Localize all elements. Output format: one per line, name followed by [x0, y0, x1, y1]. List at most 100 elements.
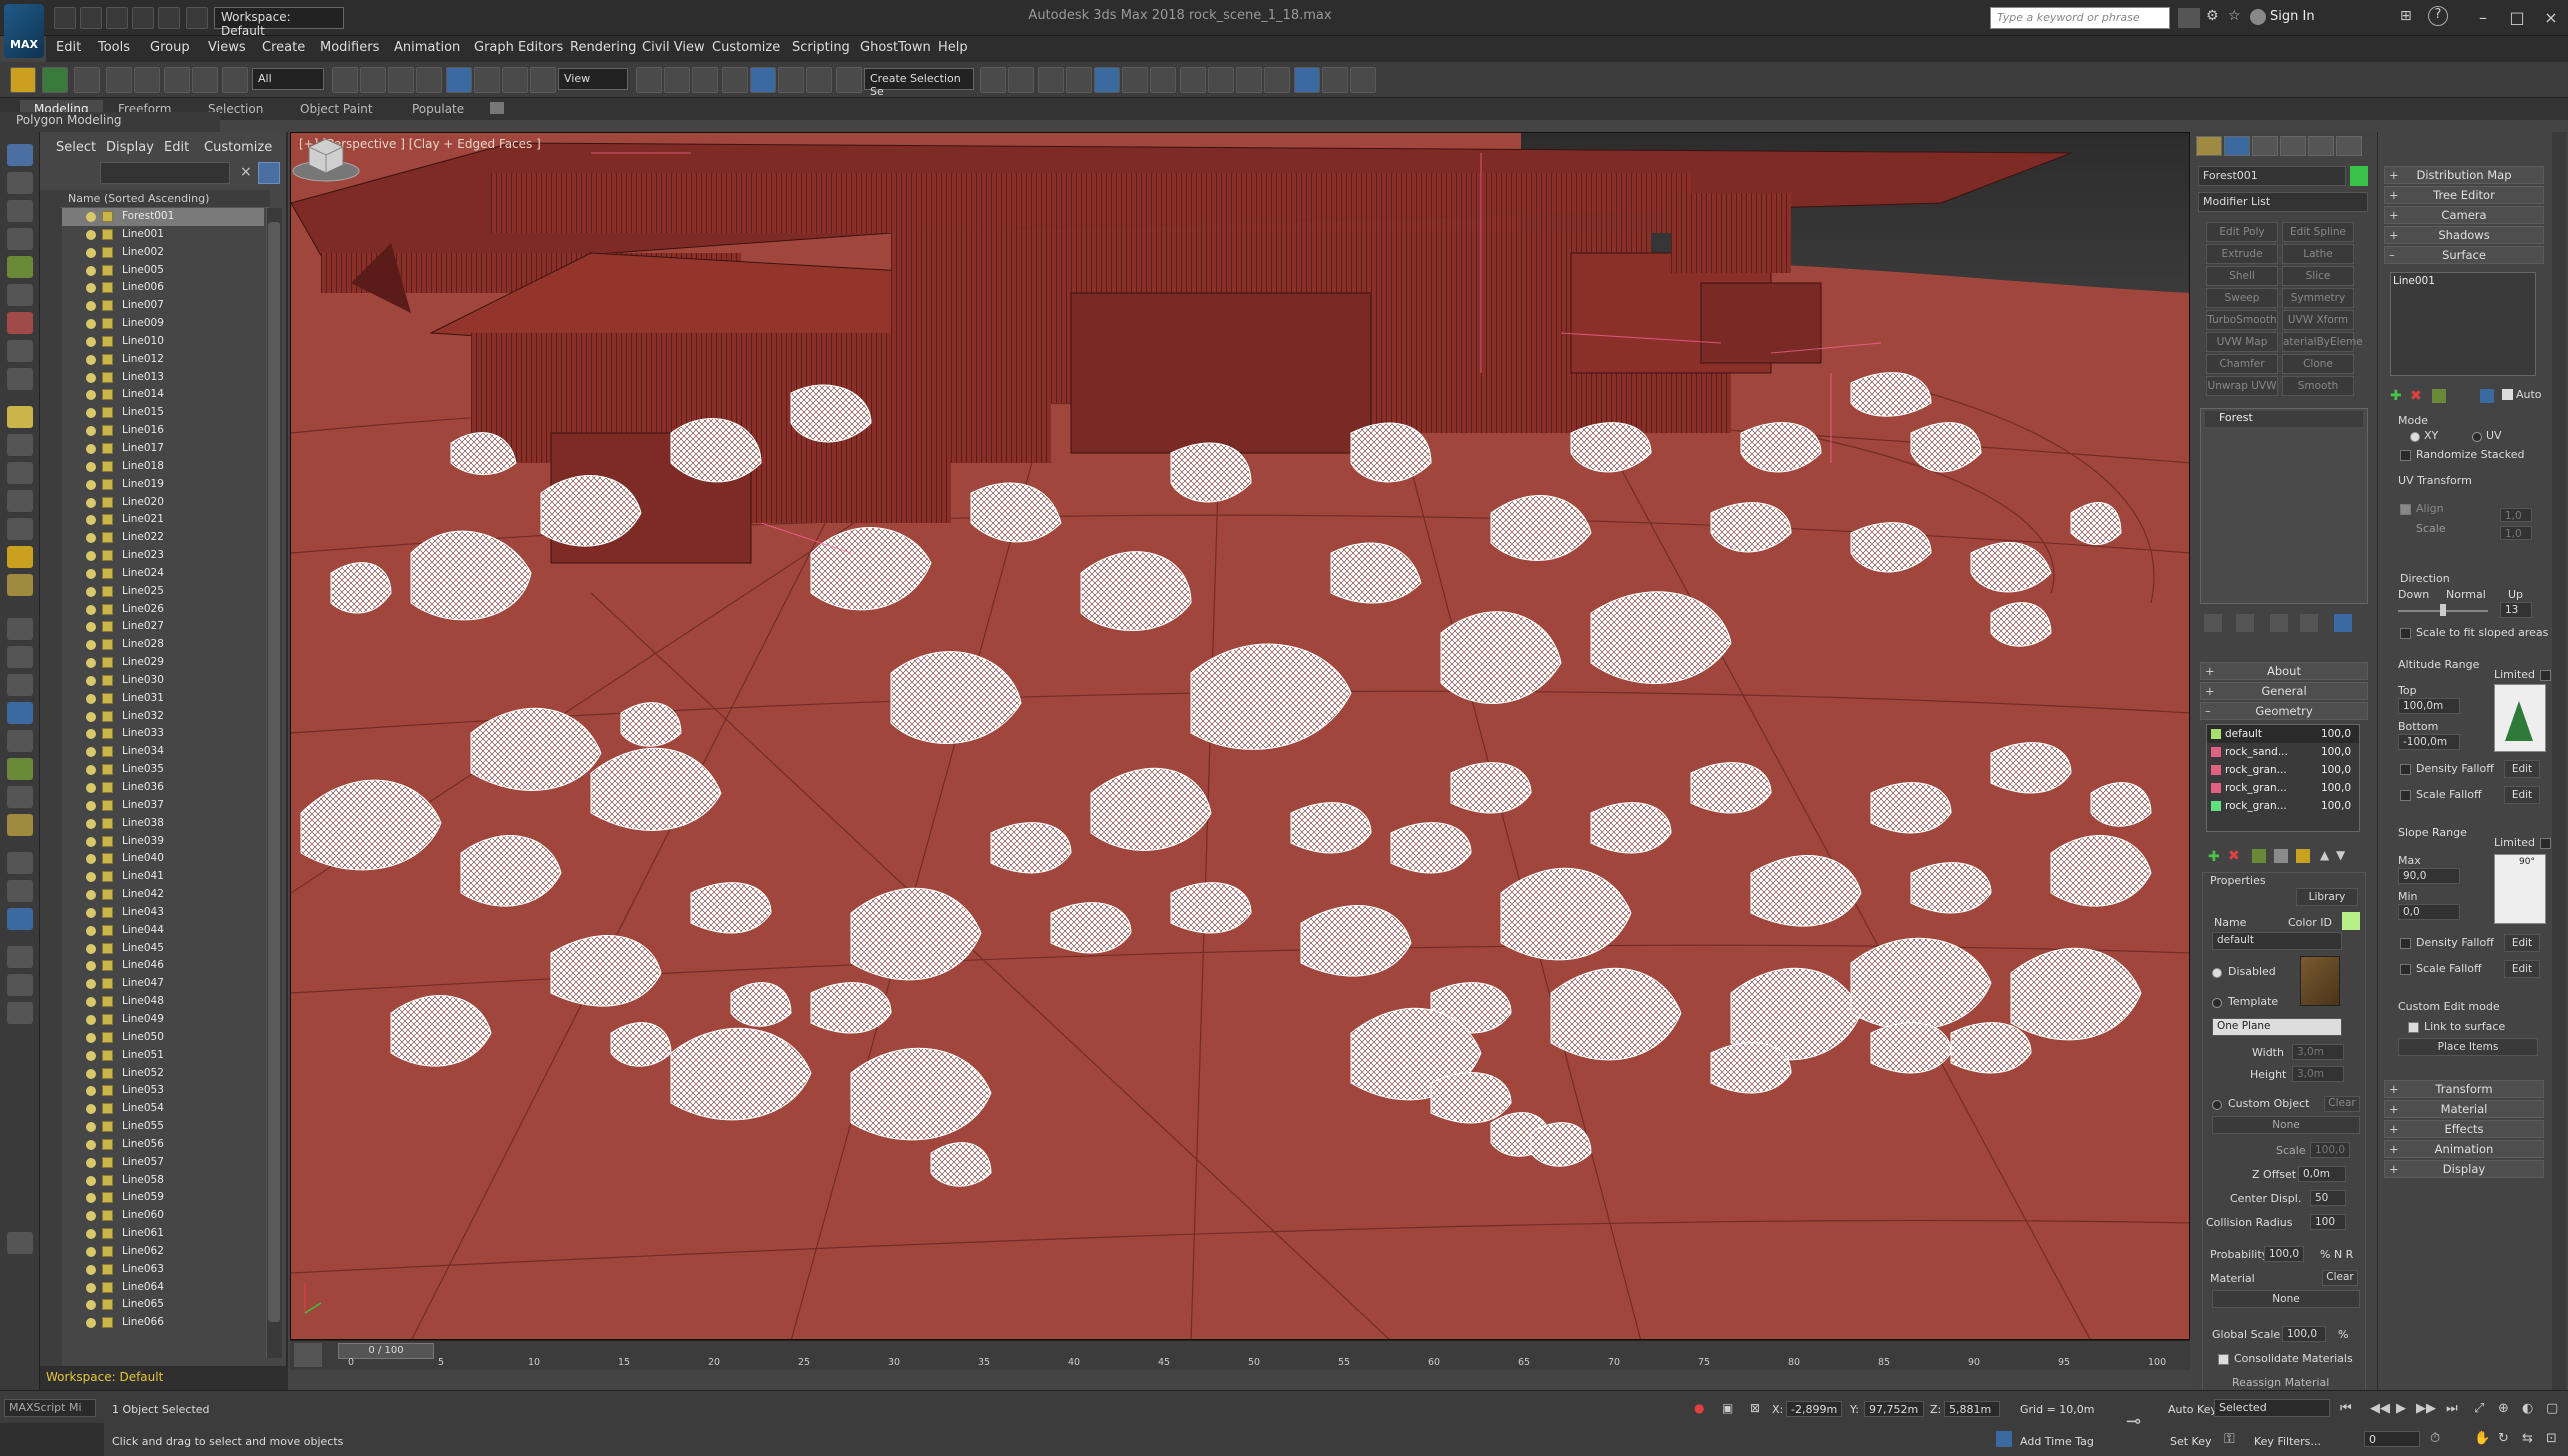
custom-object-radio[interactable] — [2212, 1100, 2222, 1110]
modifier-button[interactable]: Extrude — [2206, 244, 2278, 264]
visibility-icon[interactable] — [86, 533, 96, 544]
list-item[interactable]: Line025 — [62, 583, 264, 601]
list-item[interactable]: Line064 — [62, 1279, 264, 1297]
list-item[interactable]: Line047 — [62, 975, 264, 993]
lights-icon[interactable] — [7, 312, 33, 334]
visibility-icon[interactable] — [86, 497, 96, 508]
visibility-icon[interactable] — [86, 1246, 96, 1257]
list-item[interactable]: Line029 — [62, 654, 264, 672]
menu-group[interactable]: Group — [150, 40, 190, 55]
color-id-swatch[interactable] — [2342, 912, 2360, 930]
pan-icon[interactable]: ✋ — [2474, 1431, 2490, 1446]
list-item[interactable]: Line026 — [62, 601, 264, 619]
list-item[interactable]: Line022 — [62, 529, 264, 547]
visibility-icon[interactable] — [86, 675, 96, 686]
visibility-icon[interactable] — [86, 1122, 96, 1133]
shapes-icon[interactable] — [7, 284, 33, 306]
ribbon-toggle-icon[interactable] — [1094, 67, 1120, 93]
bone-icon[interactable] — [7, 814, 33, 836]
visibility-icon[interactable] — [86, 604, 96, 615]
menu-civil-view[interactable]: Civil View — [642, 40, 705, 55]
list-item[interactable]: Line033 — [62, 725, 264, 743]
preview-thumbnail[interactable] — [2300, 956, 2340, 1006]
list-item[interactable]: Line037 — [62, 797, 264, 815]
list-item[interactable]: Line023 — [62, 547, 264, 565]
blue-sphere-icon[interactable] — [7, 702, 33, 724]
randomize-stacked-checkbox[interactable] — [2400, 450, 2411, 461]
isolate-icon[interactable]: ● — [1694, 1401, 1704, 1415]
probability-mode-labels[interactable]: % N R — [2320, 1248, 2353, 1261]
particle-icon[interactable] — [7, 730, 33, 752]
list-item[interactable]: Line034 — [62, 743, 264, 761]
menu-edit[interactable]: Edit — [56, 40, 81, 55]
modifier-button[interactable]: UVW Xform — [2282, 310, 2354, 330]
visibility-icon[interactable] — [86, 693, 96, 704]
link-to-surface-checkbox[interactable] — [2408, 1022, 2419, 1033]
place-items-button[interactable]: Place Items — [2398, 1038, 2538, 1056]
walkthrough-icon[interactable]: ⇆ — [2522, 1431, 2533, 1446]
list-item[interactable]: Line019 — [62, 476, 264, 494]
menu-create[interactable]: Create — [262, 40, 305, 55]
slope-density-falloff-checkbox[interactable] — [2400, 938, 2411, 949]
new-file-icon[interactable] — [54, 7, 76, 29]
move-icon[interactable] — [446, 67, 472, 93]
visibility-icon[interactable] — [86, 747, 96, 758]
redo-icon[interactable] — [134, 67, 160, 93]
list-item[interactable]: Line038 — [62, 815, 264, 833]
center-displ-spinner[interactable]: 50 — [2310, 1190, 2346, 1206]
visibility-icon[interactable] — [86, 1104, 96, 1115]
explorer-menu-edit[interactable]: Edit — [164, 140, 189, 155]
geometry-icon[interactable] — [7, 256, 33, 278]
list-item[interactable]: Line013 — [62, 369, 264, 387]
list-item[interactable]: rock_gran... 100,0 — [2207, 779, 2359, 797]
explorer-column-header[interactable]: Name (Sorted Ascending) — [60, 190, 270, 208]
plant-icon[interactable] — [7, 758, 33, 780]
altitude-top-spinner[interactable]: 100,0m — [2398, 698, 2460, 714]
viewcube-icon[interactable] — [291, 133, 361, 183]
item-name-field[interactable]: default — [2212, 932, 2342, 950]
menu-scripting[interactable]: Scripting — [792, 40, 850, 55]
object-color-swatch[interactable] — [2350, 166, 2368, 186]
visibility-icon[interactable] — [86, 1050, 96, 1061]
light-bulb-icon[interactable] — [7, 406, 33, 428]
scale-fit-checkbox[interactable] — [2400, 628, 2411, 639]
visibility-icon[interactable] — [86, 372, 96, 383]
modifier-button[interactable]: aterialByEleme — [2282, 332, 2363, 352]
list-item[interactable]: Line044 — [62, 922, 264, 940]
grid-icon[interactable] — [7, 880, 33, 902]
list-item[interactable]: Line061 — [62, 1225, 264, 1243]
timeline-ruler[interactable]: 0 5 10 15 20 25 30 35 40 45 50 55 60 65 70 75 80 85 90 95 10… — [348, 1357, 2168, 1371]
visibility-icon[interactable] — [86, 461, 96, 472]
collision-radius-spinner[interactable]: 100 — [2310, 1214, 2346, 1230]
menu-help[interactable]: Help — [938, 40, 968, 55]
curve-editor-icon[interactable] — [1122, 67, 1148, 93]
set-key-button[interactable]: Set Key — [2170, 1435, 2212, 1448]
modifier-button[interactable]: Symmetry — [2282, 288, 2354, 308]
hierarchy-tab-icon[interactable] — [2252, 136, 2278, 156]
modifier-button[interactable]: Smooth — [2282, 376, 2354, 396]
key-mode-icon[interactable]: ⊸ — [2126, 1411, 2141, 1432]
rollout-distribution-map[interactable]: Distribution Map — [2384, 166, 2544, 184]
select-link-icon[interactable] — [164, 67, 190, 93]
helpers-icon[interactable] — [7, 368, 33, 390]
expand-arrow-icon[interactable] — [7, 1232, 33, 1254]
time-tag-icon[interactable] — [1996, 1431, 2012, 1447]
list-item[interactable]: Line052 — [62, 1065, 264, 1083]
altitude-limited-checkbox[interactable] — [2540, 670, 2551, 681]
sign-in-link[interactable]: Sign In — [2270, 9, 2315, 24]
move-up-icon[interactable]: ▲ — [2320, 848, 2329, 862]
zoom-icon[interactable]: ⊕ — [2498, 1401, 2509, 1416]
modifier-button[interactable]: Unwrap UVW — [2206, 376, 2278, 396]
list-item[interactable]: Line014 — [62, 386, 264, 404]
list-item[interactable]: Line010 — [62, 333, 264, 351]
rollout-animation[interactable]: Animation — [2384, 1140, 2544, 1158]
teapot-icon[interactable] — [7, 490, 33, 512]
list-item[interactable]: Line063 — [62, 1261, 264, 1279]
list-item[interactable]: Line050 — [62, 1029, 264, 1047]
consolidate-materials-checkbox[interactable] — [2218, 1354, 2229, 1365]
rollout-camera[interactable]: Camera — [2384, 206, 2544, 224]
undo-icon[interactable] — [132, 7, 154, 29]
list-item[interactable]: Line021 — [62, 511, 264, 529]
uv-radio[interactable] — [2472, 432, 2482, 442]
modifier-button[interactable]: UVW Map — [2206, 332, 2278, 352]
